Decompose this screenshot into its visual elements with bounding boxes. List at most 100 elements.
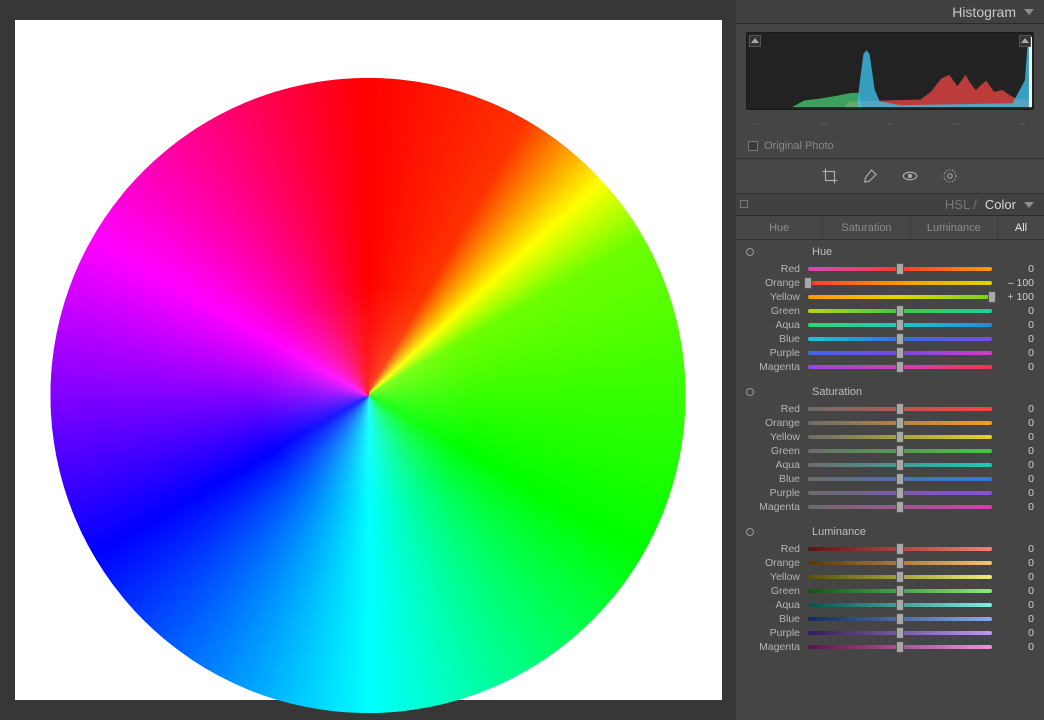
slider-value[interactable]: 0 (1000, 487, 1034, 499)
slider-track[interactable] (808, 589, 992, 593)
slider-value[interactable]: 0 (1000, 473, 1034, 485)
targeted-adjust-icon[interactable] (746, 248, 754, 256)
slider-track[interactable] (808, 547, 992, 551)
slider-value[interactable]: 0 (1000, 571, 1034, 583)
section-header: Saturation (736, 384, 1044, 402)
slider-track[interactable] (808, 645, 992, 649)
slider-thumb[interactable] (896, 459, 904, 471)
tab-hue[interactable]: Hue (736, 216, 823, 239)
slider-value[interactable]: 0 (1000, 263, 1034, 275)
targeted-adjust-icon[interactable] (746, 528, 754, 536)
histogram[interactable] (746, 32, 1034, 110)
slider-value[interactable]: 0 (1000, 557, 1034, 569)
slider-thumb[interactable] (896, 417, 904, 429)
slider-thumb[interactable] (896, 333, 904, 345)
slider-thumb[interactable] (896, 431, 904, 443)
slider-value[interactable]: 0 (1000, 333, 1034, 345)
slider-track[interactable] (808, 617, 992, 621)
panel-grip-icon[interactable] (740, 200, 748, 208)
slider-track[interactable] (808, 309, 992, 313)
slider-value[interactable]: 0 (1000, 347, 1034, 359)
hsl-color-header[interactable]: HSL / Color (736, 194, 1044, 216)
brush-tool-icon[interactable] (861, 167, 879, 185)
slider-thumb[interactable] (896, 571, 904, 583)
slider-track[interactable] (808, 365, 992, 369)
slider-value[interactable]: 0 (1000, 501, 1034, 513)
slider-track[interactable] (808, 463, 992, 467)
slider-track[interactable] (808, 505, 992, 509)
slider-row-purple: Purple0 (736, 346, 1044, 360)
slider-label: Aqua (746, 319, 800, 331)
slider-value[interactable]: 0 (1000, 445, 1034, 457)
slider-thumb[interactable] (896, 627, 904, 639)
slider-thumb[interactable] (896, 501, 904, 513)
slider-track[interactable] (808, 477, 992, 481)
slider-thumb[interactable] (896, 403, 904, 415)
slider-thumb[interactable] (896, 543, 904, 555)
slider-thumb[interactable] (896, 473, 904, 485)
slider-thumb[interactable] (896, 585, 904, 597)
slider-track[interactable] (808, 631, 992, 635)
slider-value[interactable]: 0 (1000, 319, 1034, 331)
slider-value[interactable]: + 100 (1000, 291, 1034, 303)
slider-label: Yellow (746, 291, 800, 303)
slider-thumb[interactable] (896, 487, 904, 499)
slider-track[interactable] (808, 421, 992, 425)
slider-value[interactable]: 0 (1000, 641, 1034, 653)
crop-tool-icon[interactable] (821, 167, 839, 185)
slider-track[interactable] (808, 351, 992, 355)
redeye-tool-icon[interactable] (901, 167, 919, 185)
slider-track[interactable] (808, 435, 992, 439)
slider-track[interactable] (808, 561, 992, 565)
slider-track[interactable] (808, 603, 992, 607)
slider-track[interactable] (808, 449, 992, 453)
slider-track[interactable] (808, 337, 992, 341)
slider-track[interactable] (808, 407, 992, 411)
slider-value[interactable]: 0 (1000, 361, 1034, 373)
hsl-tabs: HueSaturationLuminanceAll (736, 216, 1044, 240)
histogram-header[interactable]: Histogram (736, 0, 1044, 24)
slider-row-magenta: Magenta0 (736, 360, 1044, 374)
slider-value[interactable]: 0 (1000, 431, 1034, 443)
slider-value[interactable]: 0 (1000, 613, 1034, 625)
hist-tick: – (1019, 116, 1026, 130)
slider-track[interactable] (808, 575, 992, 579)
slider-value[interactable]: 0 (1000, 543, 1034, 555)
highlight-clip-indicator[interactable] (1019, 35, 1031, 47)
slider-value[interactable]: 0 (1000, 459, 1034, 471)
slider-value[interactable]: 0 (1000, 305, 1034, 317)
slider-thumb[interactable] (988, 291, 996, 303)
slider-thumb[interactable] (896, 263, 904, 275)
slider-thumb[interactable] (896, 599, 904, 611)
slider-value[interactable]: 0 (1000, 403, 1034, 415)
slider-track[interactable] (808, 295, 992, 299)
checkbox-icon[interactable] (748, 141, 758, 151)
tab-luminance[interactable]: Luminance (911, 216, 998, 239)
tab-all[interactable]: All (998, 216, 1044, 239)
slider-track[interactable] (808, 267, 992, 271)
slider-thumb[interactable] (896, 319, 904, 331)
slider-track[interactable] (808, 323, 992, 327)
slider-thumb[interactable] (896, 445, 904, 457)
shadow-clip-indicator[interactable] (749, 35, 761, 47)
slider-value[interactable]: – 100 (1000, 277, 1034, 289)
slider-thumb[interactable] (896, 641, 904, 653)
slider-value[interactable]: 0 (1000, 627, 1034, 639)
targeted-adjust-icon[interactable] (746, 388, 754, 396)
histogram-title: Histogram (952, 4, 1016, 20)
original-photo-row[interactable]: Original Photo (736, 134, 1044, 158)
slider-value[interactable]: 0 (1000, 417, 1034, 429)
slider-thumb[interactable] (896, 305, 904, 317)
slider-thumb[interactable] (896, 557, 904, 569)
tab-saturation[interactable]: Saturation (823, 216, 910, 239)
slider-value[interactable]: 0 (1000, 585, 1034, 597)
image-canvas[interactable] (15, 20, 722, 700)
slider-track[interactable] (808, 491, 992, 495)
slider-value[interactable]: 0 (1000, 599, 1034, 611)
slider-thumb[interactable] (896, 347, 904, 359)
slider-thumb[interactable] (804, 277, 812, 289)
slider-thumb[interactable] (896, 613, 904, 625)
radial-tool-icon[interactable] (941, 167, 959, 185)
slider-track[interactable] (808, 281, 992, 285)
slider-thumb[interactable] (896, 361, 904, 373)
